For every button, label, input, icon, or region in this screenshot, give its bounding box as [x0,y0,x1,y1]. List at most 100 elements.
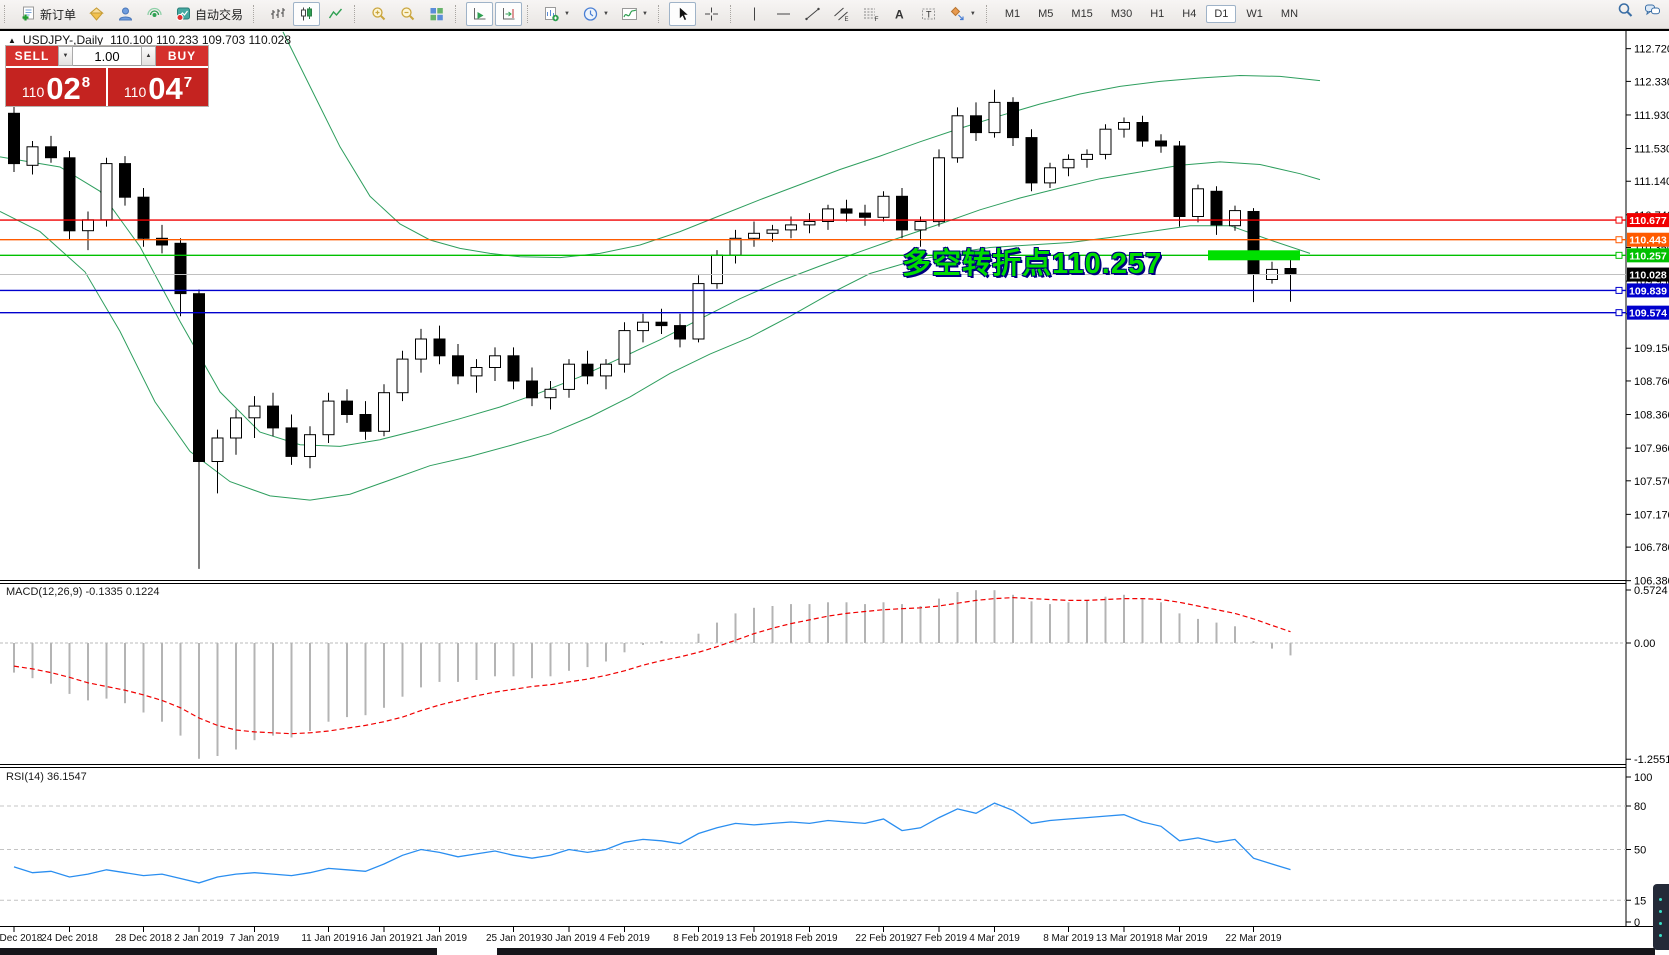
corner-widget[interactable] [1653,884,1669,950]
buy-button[interactable]: BUY [156,46,208,68]
rsi-axis-label: 100 [1634,772,1652,784]
line-chart-mode-button[interactable] [322,2,349,26]
new-chart-button[interactable]: ▼ [538,2,575,26]
candle-body [988,101,1001,134]
bar-chart-mode-button[interactable] [264,2,291,26]
text-a-icon: A [895,8,904,22]
trendline-tool[interactable] [799,2,826,26]
date-label: 22 Feb 2019 [855,933,912,944]
line-handle[interactable] [1615,251,1623,259]
line-handle[interactable] [1615,216,1623,224]
price-tag-label: 110.677 [1629,215,1667,227]
date-label: 7 Jan 2019 [230,933,280,944]
sell-price-display[interactable]: 110 02 8 [6,68,106,106]
candle-body [137,196,150,239]
candle-body [1118,122,1130,130]
zoom-in-button[interactable] [365,2,392,26]
chart-canvas[interactable]: 112.720112.330111.930111.530111.140110.7… [0,0,1669,955]
timeframe-button-M30[interactable]: M30 [1103,5,1140,23]
candle-body [396,358,409,394]
text-label-tool[interactable]: T [915,2,942,26]
macd-signal-line [13,596,1291,735]
timeframe-button-M15[interactable]: M15 [1063,5,1100,23]
search-icon[interactable] [1617,2,1634,18]
vertical-line-tool[interactable] [741,2,768,26]
buy-price-display[interactable]: 110 04 7 [108,68,208,106]
text-tool[interactable]: A [886,2,913,26]
cursor-icon [679,6,690,21]
timeframe-button-MN[interactable]: MN [1273,5,1306,23]
price-tick-label: 112.330 [1634,76,1669,88]
timeframe-button-H1[interactable]: H1 [1142,5,1172,23]
signals-button[interactable] [141,2,168,26]
autotrading-button[interactable]: 自动交易 [170,2,248,26]
buy-price-pipette: 7 [183,74,193,91]
zoom-out-icon [401,7,415,21]
tile-windows-button[interactable] [423,2,450,26]
volume-input[interactable] [73,46,141,66]
chat-icon[interactable] [1644,2,1661,18]
line-handle[interactable] [1615,236,1623,244]
bottom-window-strip-right [497,948,1655,955]
candle-body [877,195,890,218]
timeframe-button-M5[interactable]: M5 [1030,5,1061,23]
shapes-tool[interactable]: ▼ [944,2,981,26]
timeframe-button-W1[interactable]: W1 [1238,5,1271,23]
chart-shift-button[interactable] [495,2,523,26]
sell-price-big: 02 [46,71,81,106]
rsi-line [13,802,1291,884]
candle-body [489,355,501,368]
macd-axis-label: 0.00 [1634,638,1655,650]
timeframe-button-H4[interactable]: H4 [1174,5,1204,23]
fibonacci-tool[interactable]: F [857,2,884,26]
candle-body [711,254,723,285]
periods-clock-button[interactable]: ▼ [577,2,614,26]
channel-icon: E [834,7,848,22]
candle-body [119,163,131,198]
crosshair-tool-button[interactable] [698,2,725,26]
macd-axis-label: 0.5724 [1634,585,1668,597]
line-handle[interactable] [1615,309,1623,317]
candle-body [544,388,557,399]
auto-scroll-button[interactable] [466,2,494,26]
autotrading-label: 自动交易 [195,7,244,22]
volume-increase-button[interactable]: ▲ [141,46,156,66]
collapse-panel-icon[interactable]: ▲ [8,36,16,45]
candle-body [1247,211,1260,275]
candle-body [378,392,390,432]
timeframe-button-D1[interactable]: D1 [1206,5,1237,23]
zoom-in-icon [372,7,386,21]
horizontal-line-tool[interactable] [770,2,797,26]
candle-body [507,355,520,382]
highlight-segment[interactable] [1208,250,1300,261]
zoom-out-button[interactable] [394,2,421,26]
new-order-button[interactable]: 新订单 [15,2,81,26]
line-handle[interactable] [1615,286,1623,294]
candle-body [1025,137,1038,184]
indicators-button[interactable]: ▼ [616,2,653,26]
price-tick-label: 108.360 [1634,410,1669,422]
sell-price-prefix: 110 [21,84,45,100]
volume-decrease-button[interactable]: ▼ [58,46,73,66]
crosshair-icon [704,7,718,21]
date-label: 25 Jan 2019 [486,933,541,944]
candle-body [248,405,261,419]
sell-button[interactable]: SELL [6,46,58,68]
candle-body [729,237,742,256]
date-label: 18 Mar 2019 [1151,933,1208,944]
community-button[interactable] [112,2,139,26]
chart-annotation-text[interactable]: 多空转折点110.257 [902,240,1162,282]
candle-body [766,229,779,234]
candle-body [859,212,871,218]
cursor-tool-button[interactable] [668,2,696,26]
buy-price-big: 04 [148,71,183,106]
channel-tool[interactable]: E [828,2,855,26]
svg-text:F: F [874,16,878,22]
date-label: 16 Jan 2019 [356,933,411,944]
timeframe-button-M1[interactable]: M1 [997,5,1028,23]
candlestick-mode-button[interactable] [293,2,321,26]
metaeditor-button[interactable] [83,2,110,26]
sell-price-pipette: 8 [81,74,91,91]
candle-body [26,146,39,166]
candle-body [914,221,927,231]
